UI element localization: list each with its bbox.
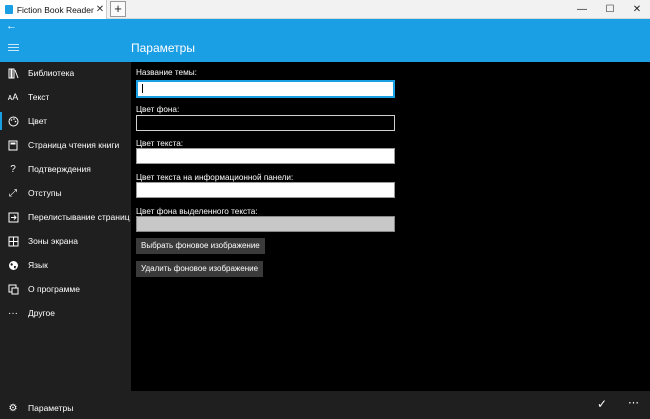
selected-bg-color-field[interactable] — [136, 216, 395, 232]
sidebar-item-label: Библиотека — [28, 68, 75, 78]
sidebar-item-language[interactable]: Язык — [0, 254, 131, 276]
sidebar-item-label: Параметры — [28, 403, 74, 413]
sidebar-item-reading-page[interactable]: Страница чтения книги — [0, 134, 131, 156]
bottom-app-bar: ✓ ⋯ — [131, 391, 650, 419]
tab-close-icon[interactable]: ✕ — [94, 4, 106, 15]
library-icon — [7, 67, 19, 79]
app-header: ← Параметры — [0, 19, 650, 62]
theme-name-input[interactable] — [136, 80, 395, 98]
font-size-icon: ᴀA — [7, 92, 19, 102]
sidebar-item-label: Страница чтения книги — [28, 140, 120, 150]
sidebar: Библиотека ᴀA Текст Цвет Страница чтения… — [0, 62, 131, 419]
sidebar-item-label: Перелистывание страниц — [28, 212, 130, 222]
sidebar-item-about[interactable]: О программе — [0, 278, 131, 300]
question-icon: ? — [10, 163, 16, 175]
sidebar-item-label: Зоны экрана — [28, 236, 78, 246]
app-icon — [5, 5, 13, 14]
selected-bg-color-label: Цвет фона выделенного текста: — [136, 207, 258, 216]
close-window-button[interactable]: ✕ — [623, 0, 650, 19]
back-arrow-icon[interactable]: ← — [6, 20, 17, 32]
sidebar-item-page-flip[interactable]: Перелистывание страниц — [0, 206, 131, 228]
text-color-field[interactable] — [136, 148, 395, 164]
resize-icon: ⤢ — [9, 187, 17, 199]
delete-background-image-button[interactable]: Удалить фоновое изображение — [136, 261, 264, 277]
more-options-icon[interactable]: ⋯ — [628, 396, 640, 409]
sidebar-item-label: О программе — [28, 284, 81, 294]
sidebar-item-margins[interactable]: ⤢ Отступы — [0, 182, 131, 204]
app-tab[interactable]: Fiction Book Reader ✕ — [0, 0, 107, 19]
sidebar-item-label: Подтверждения — [28, 164, 91, 174]
settings-form: Название темы: Цвет фона: Цвет текста: Ц… — [131, 62, 650, 391]
theme-name-label: Название темы: — [136, 68, 197, 77]
about-icon — [7, 283, 19, 295]
sidebar-item-label: Текст — [28, 92, 50, 102]
sidebar-item-label: Цвет — [28, 116, 48, 126]
minimize-button[interactable]: — — [568, 0, 596, 19]
info-text-color-label: Цвет текста на информационной панели: — [136, 173, 294, 182]
tab-title: Fiction Book Reader — [16, 4, 94, 15]
sidebar-item-settings[interactable]: ⚙ Параметры — [0, 397, 131, 419]
choose-background-image-button[interactable]: Выбрать фоновое изображение — [136, 238, 265, 254]
title-bar: Fiction Book Reader ✕ + — ☐ ✕ — [0, 0, 650, 19]
globe-icon — [7, 259, 19, 271]
bg-color-label: Цвет фона: — [136, 105, 180, 114]
sidebar-item-label: Другое — [28, 308, 56, 318]
sidebar-item-other[interactable]: ··· Другое — [0, 302, 131, 324]
hamburger-menu-icon[interactable] — [8, 44, 19, 53]
sidebar-item-text[interactable]: ᴀA Текст — [0, 86, 131, 108]
sidebar-item-screen-zones[interactable]: Зоны экрана — [0, 230, 131, 252]
new-tab-button[interactable]: + — [110, 1, 126, 17]
text-caret — [142, 84, 143, 93]
page-title: Параметры — [131, 41, 195, 55]
info-text-color-field[interactable] — [136, 182, 395, 198]
reading-page-icon — [7, 139, 19, 151]
accept-check-icon[interactable]: ✓ — [597, 397, 607, 411]
bg-color-field[interactable] — [136, 115, 395, 131]
sidebar-item-confirmations[interactable]: ? Подтверждения — [0, 158, 131, 180]
sidebar-item-library[interactable]: Библиотека — [0, 62, 131, 84]
grid-icon — [7, 235, 19, 247]
maximize-button[interactable]: ☐ — [596, 0, 624, 19]
sidebar-item-label: Отступы — [28, 188, 62, 198]
sidebar-item-color[interactable]: Цвет — [0, 110, 131, 132]
text-color-label: Цвет текста: — [136, 139, 184, 148]
more-icon: ··· — [8, 307, 18, 319]
gear-icon: ⚙ — [8, 402, 18, 414]
palette-icon — [7, 115, 19, 127]
sidebar-item-label: Язык — [28, 260, 48, 270]
page-flip-icon — [7, 211, 19, 223]
